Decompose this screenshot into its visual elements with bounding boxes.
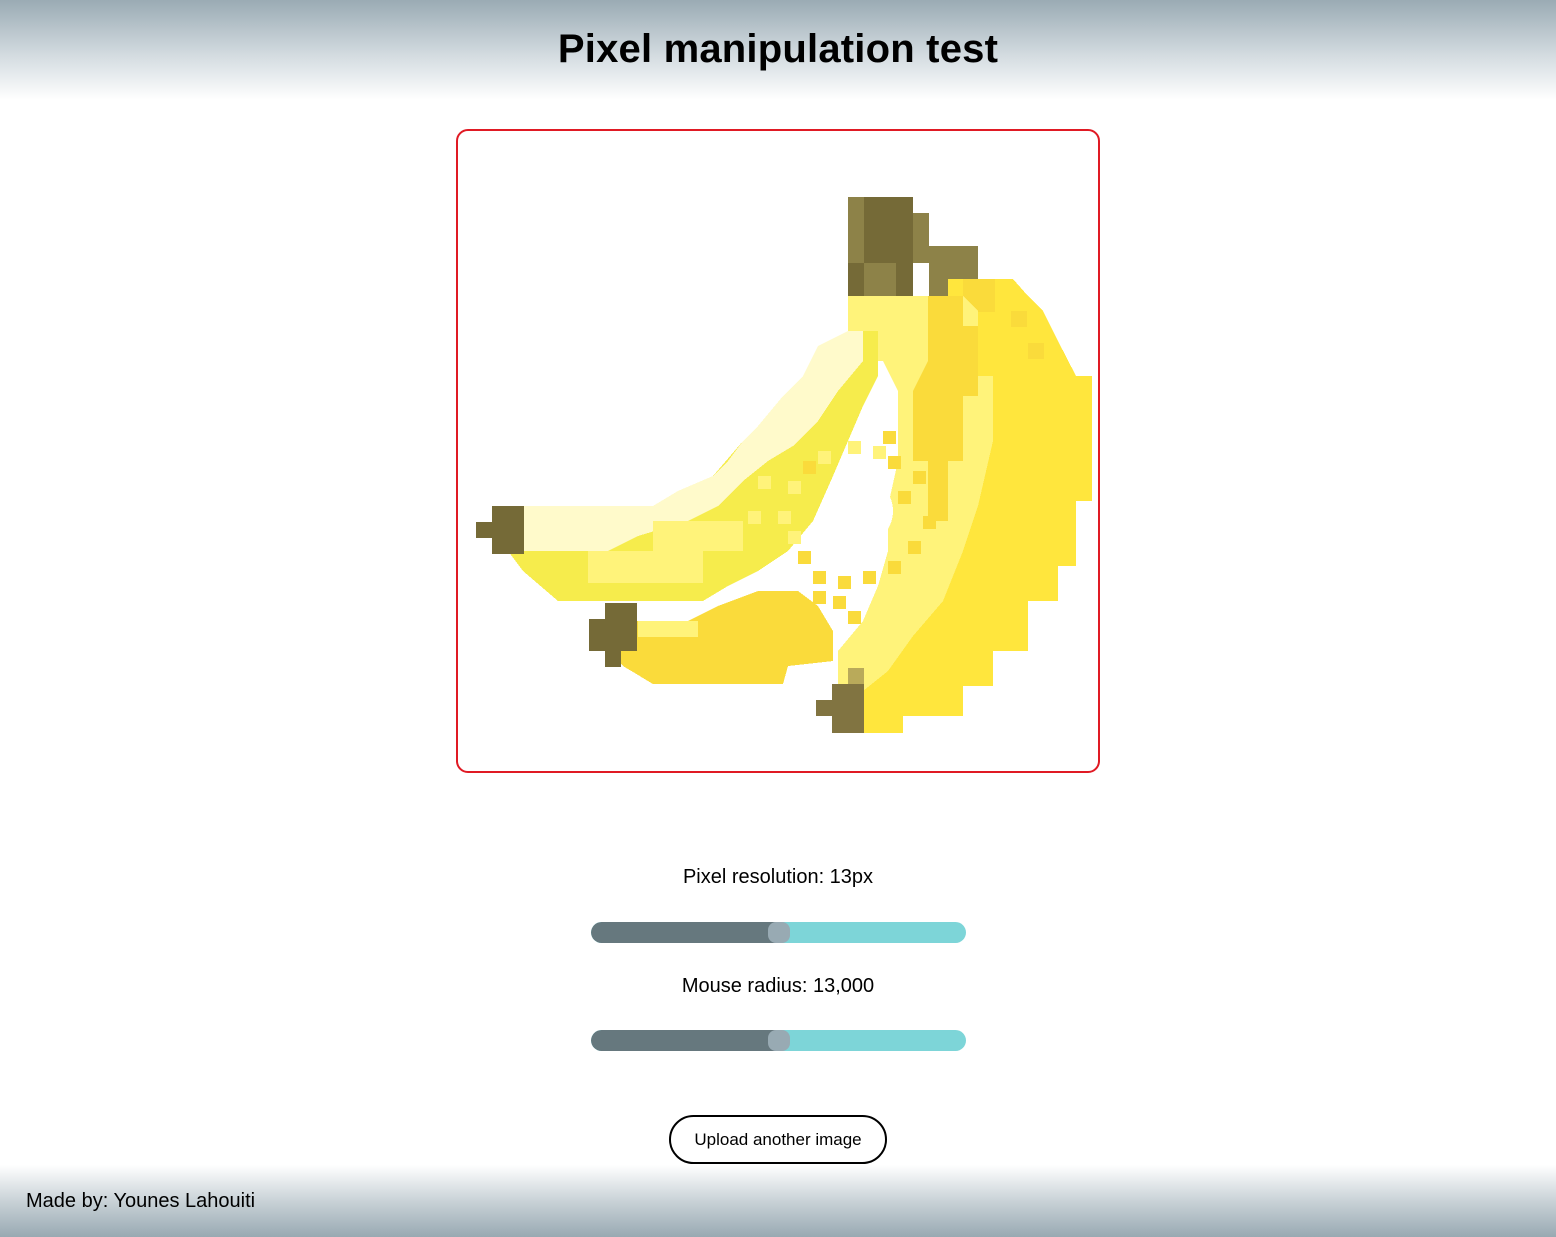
mouse-hole xyxy=(823,476,893,546)
left-banana-light xyxy=(588,551,703,583)
bottom-tip-shade xyxy=(848,668,864,684)
radius-label: Mouse radius: 13,000 xyxy=(681,975,875,997)
page-title: Pixel manipulation test xyxy=(557,27,999,71)
upload-image-button[interactable]: Upload another image xyxy=(669,1115,887,1164)
bottom-left-tip xyxy=(605,603,637,651)
resolution-slider[interactable] xyxy=(591,922,966,943)
slider-thumb[interactable] xyxy=(768,1030,790,1051)
bottom-tip xyxy=(832,684,864,733)
page-footer: Made by: Younes Lahouiti xyxy=(0,1165,1556,1237)
bottom-left-tip xyxy=(605,651,621,667)
pixel-canvas[interactable] xyxy=(456,129,1100,773)
author-credit: Made by: Younes Lahouiti xyxy=(26,1190,256,1212)
slider-fill xyxy=(591,922,779,943)
bottom-banana xyxy=(608,591,833,684)
left-banana-light xyxy=(653,521,743,551)
radius-slider[interactable] xyxy=(591,1030,966,1051)
page-header: Pixel manipulation test xyxy=(0,0,1556,100)
slider-fill xyxy=(591,1030,779,1051)
bottom-tip xyxy=(816,700,832,716)
resolution-label: Pixel resolution: 13px xyxy=(682,866,874,888)
banana-image xyxy=(476,197,1092,733)
stem-top-shade xyxy=(864,263,896,296)
bottom-left-tip xyxy=(589,619,605,651)
right-banana-shade xyxy=(1028,343,1044,359)
stem-top-shade xyxy=(848,197,864,263)
bottom-banana-light xyxy=(638,621,698,637)
right-banana-shade xyxy=(1011,311,1027,327)
left-tip xyxy=(492,506,524,554)
left-tip xyxy=(476,522,492,538)
stem-top-shade xyxy=(913,213,929,263)
slider-thumb[interactable] xyxy=(768,922,790,943)
